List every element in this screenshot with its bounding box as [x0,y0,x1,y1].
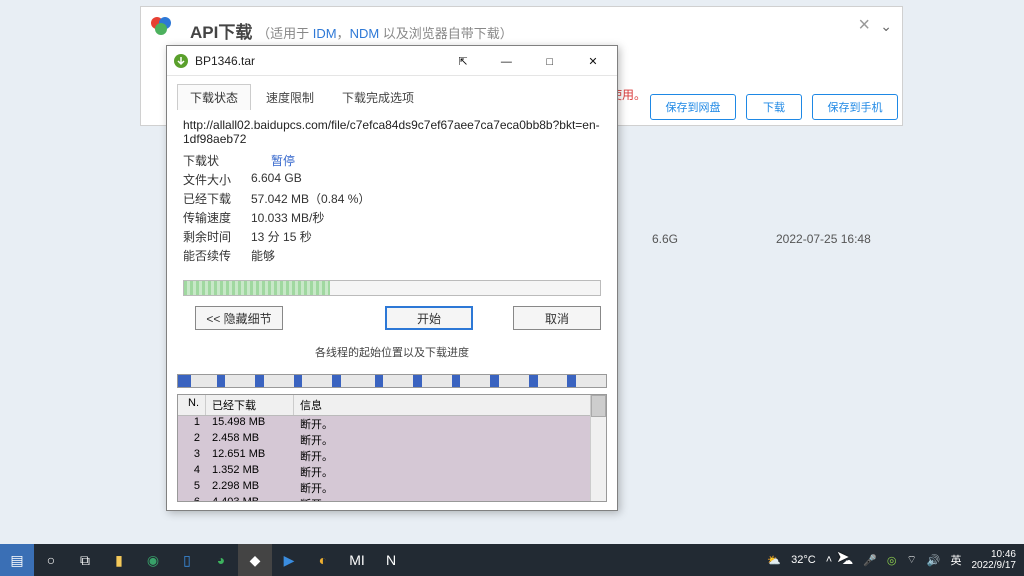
threads-hint: 各线程的起始位置以及下载进度 [183,344,601,360]
download-dialog: BP1346.tar ⇱ ― □ ✕ 下载状态 速度限制 下载完成选项 http… [166,45,618,511]
wechat-icon[interactable]: ◕ [204,544,238,576]
dialog-titlebar[interactable]: BP1346.tar ⇱ ― □ ✕ [167,46,617,76]
start-icon[interactable]: ▤ [0,544,34,576]
maximize-icon[interactable]: □ [530,56,570,68]
idm-taskbar-icon[interactable]: ◆ [238,544,272,576]
windows-taskbar[interactable]: ▤ ○ ⧉ ▮ ◉ ▯ ◕ ◆ ▶ ◐ MI N ⛅ 32°C ˄ ☁ 🎤 ◎ … [0,544,1024,576]
cloud-logo-icon [148,12,178,42]
weather-temp[interactable]: 32°C [791,554,816,566]
phone-icon[interactable]: ▯ [170,544,204,576]
weather-icon[interactable]: ⛅ [767,554,781,567]
idm-app-icon [173,53,189,69]
resume-label: 能否续传 [183,247,251,264]
idm-link[interactable]: IDM [313,26,337,41]
taskview-icon[interactable]: ⧉ [68,544,102,576]
video-app-icon[interactable]: ▶ [272,544,306,576]
speed-value: 10.033 MB/秒 [251,209,324,226]
dialog-title-text: BP1346.tar [195,54,443,68]
download-button[interactable]: 下载 [746,94,802,120]
taskbar-clock[interactable]: 10:46 2022/9/17 [972,549,1017,571]
col-n[interactable]: N. [178,395,206,415]
minimize-icon[interactable]: ― [486,56,526,68]
progress-bar [183,280,601,296]
table-row[interactable]: 115.498 MB断开。 [178,416,606,432]
table-row[interactable]: 52.298 MB断开。 [178,480,606,496]
dialog-tabs: 下载状态 速度限制 下载完成选项 [167,76,617,110]
ndm-link[interactable]: NDM [350,26,380,41]
table-scrollbar[interactable] [590,395,606,501]
col-info[interactable]: 信息 [294,395,606,415]
close-icon[interactable]: ✕ [573,55,613,68]
background-title: API下载 （适用于 IDM，NDM 以及浏览器自带下载） [190,18,513,43]
restore-down-icon[interactable]: ⇱ [443,55,483,68]
download-url: http://allall02.baidupcs.com/file/c7efca… [183,118,601,146]
remaining-value: 13 分 15 秒 [251,228,312,245]
filesize-label: 文件大小 [183,171,251,188]
tab-download-status[interactable]: 下载状态 [177,84,251,110]
mouse-cursor-icon: ➤ [836,547,849,567]
mic-tray-icon[interactable]: 🎤 [863,554,877,567]
downloaded-label: 已经下载 [183,190,251,207]
background-close-icon[interactable]: × [858,14,870,37]
mi-icon[interactable]: MI [340,544,374,576]
remaining-label: 剩余时间 [183,228,251,245]
ime-indicator[interactable]: 英 [951,552,962,568]
media-icon[interactable]: ◐ [306,544,340,576]
table-row[interactable]: 41.352 MB断开。 [178,464,606,480]
cancel-button[interactable]: 取消 [513,306,601,330]
thread-map [177,374,607,388]
thread-table: N. 已经下载 信息 115.498 MB断开。22.458 MB断开。312.… [177,394,607,502]
start-button[interactable]: 开始 [385,306,473,330]
status-label: 下载状 [183,152,251,169]
n-app-icon[interactable]: N [374,544,408,576]
hide-details-button[interactable]: << 隐藏细节 [195,306,283,330]
wifi-icon[interactable]: ⌔ [906,553,916,567]
table-row[interactable]: 22.458 MB断开。 [178,432,606,448]
security-tray-icon[interactable]: ◎ [887,554,897,567]
save-to-pan-button[interactable]: 保存到网盘 [650,94,736,120]
edge-icon[interactable]: ◉ [136,544,170,576]
tab-speed-limit[interactable]: 速度限制 [253,84,327,110]
col-downloaded[interactable]: 已经下载 [206,395,294,415]
file-date-text: 2022-07-25 16:48 [776,232,871,246]
tray-chevron-icon[interactable]: ˄ [826,554,832,566]
downloaded-value: 57.042 MB（0.84 %） [251,190,370,207]
resume-value: 能够 [251,247,275,264]
table-row[interactable]: 312.651 MB断开。 [178,448,606,464]
filesize-value: 6.604 GB [251,171,302,188]
speed-label: 传输速度 [183,209,251,226]
background-title-text: API下载 [190,23,252,42]
volume-icon[interactable]: 🔊 [927,554,941,567]
table-row[interactable]: 64.403 MB断开。 [178,496,606,502]
pause-link[interactable]: 暂停 [271,152,295,169]
file-size-text: 6.6G [652,232,678,246]
background-expand-icon[interactable]: ⌄ [880,18,892,35]
save-to-phone-button[interactable]: 保存到手机 [812,94,898,120]
explorer-icon[interactable]: ▮ [102,544,136,576]
tab-completion-options[interactable]: 下载完成选项 [329,84,427,110]
search-icon[interactable]: ○ [34,544,68,576]
